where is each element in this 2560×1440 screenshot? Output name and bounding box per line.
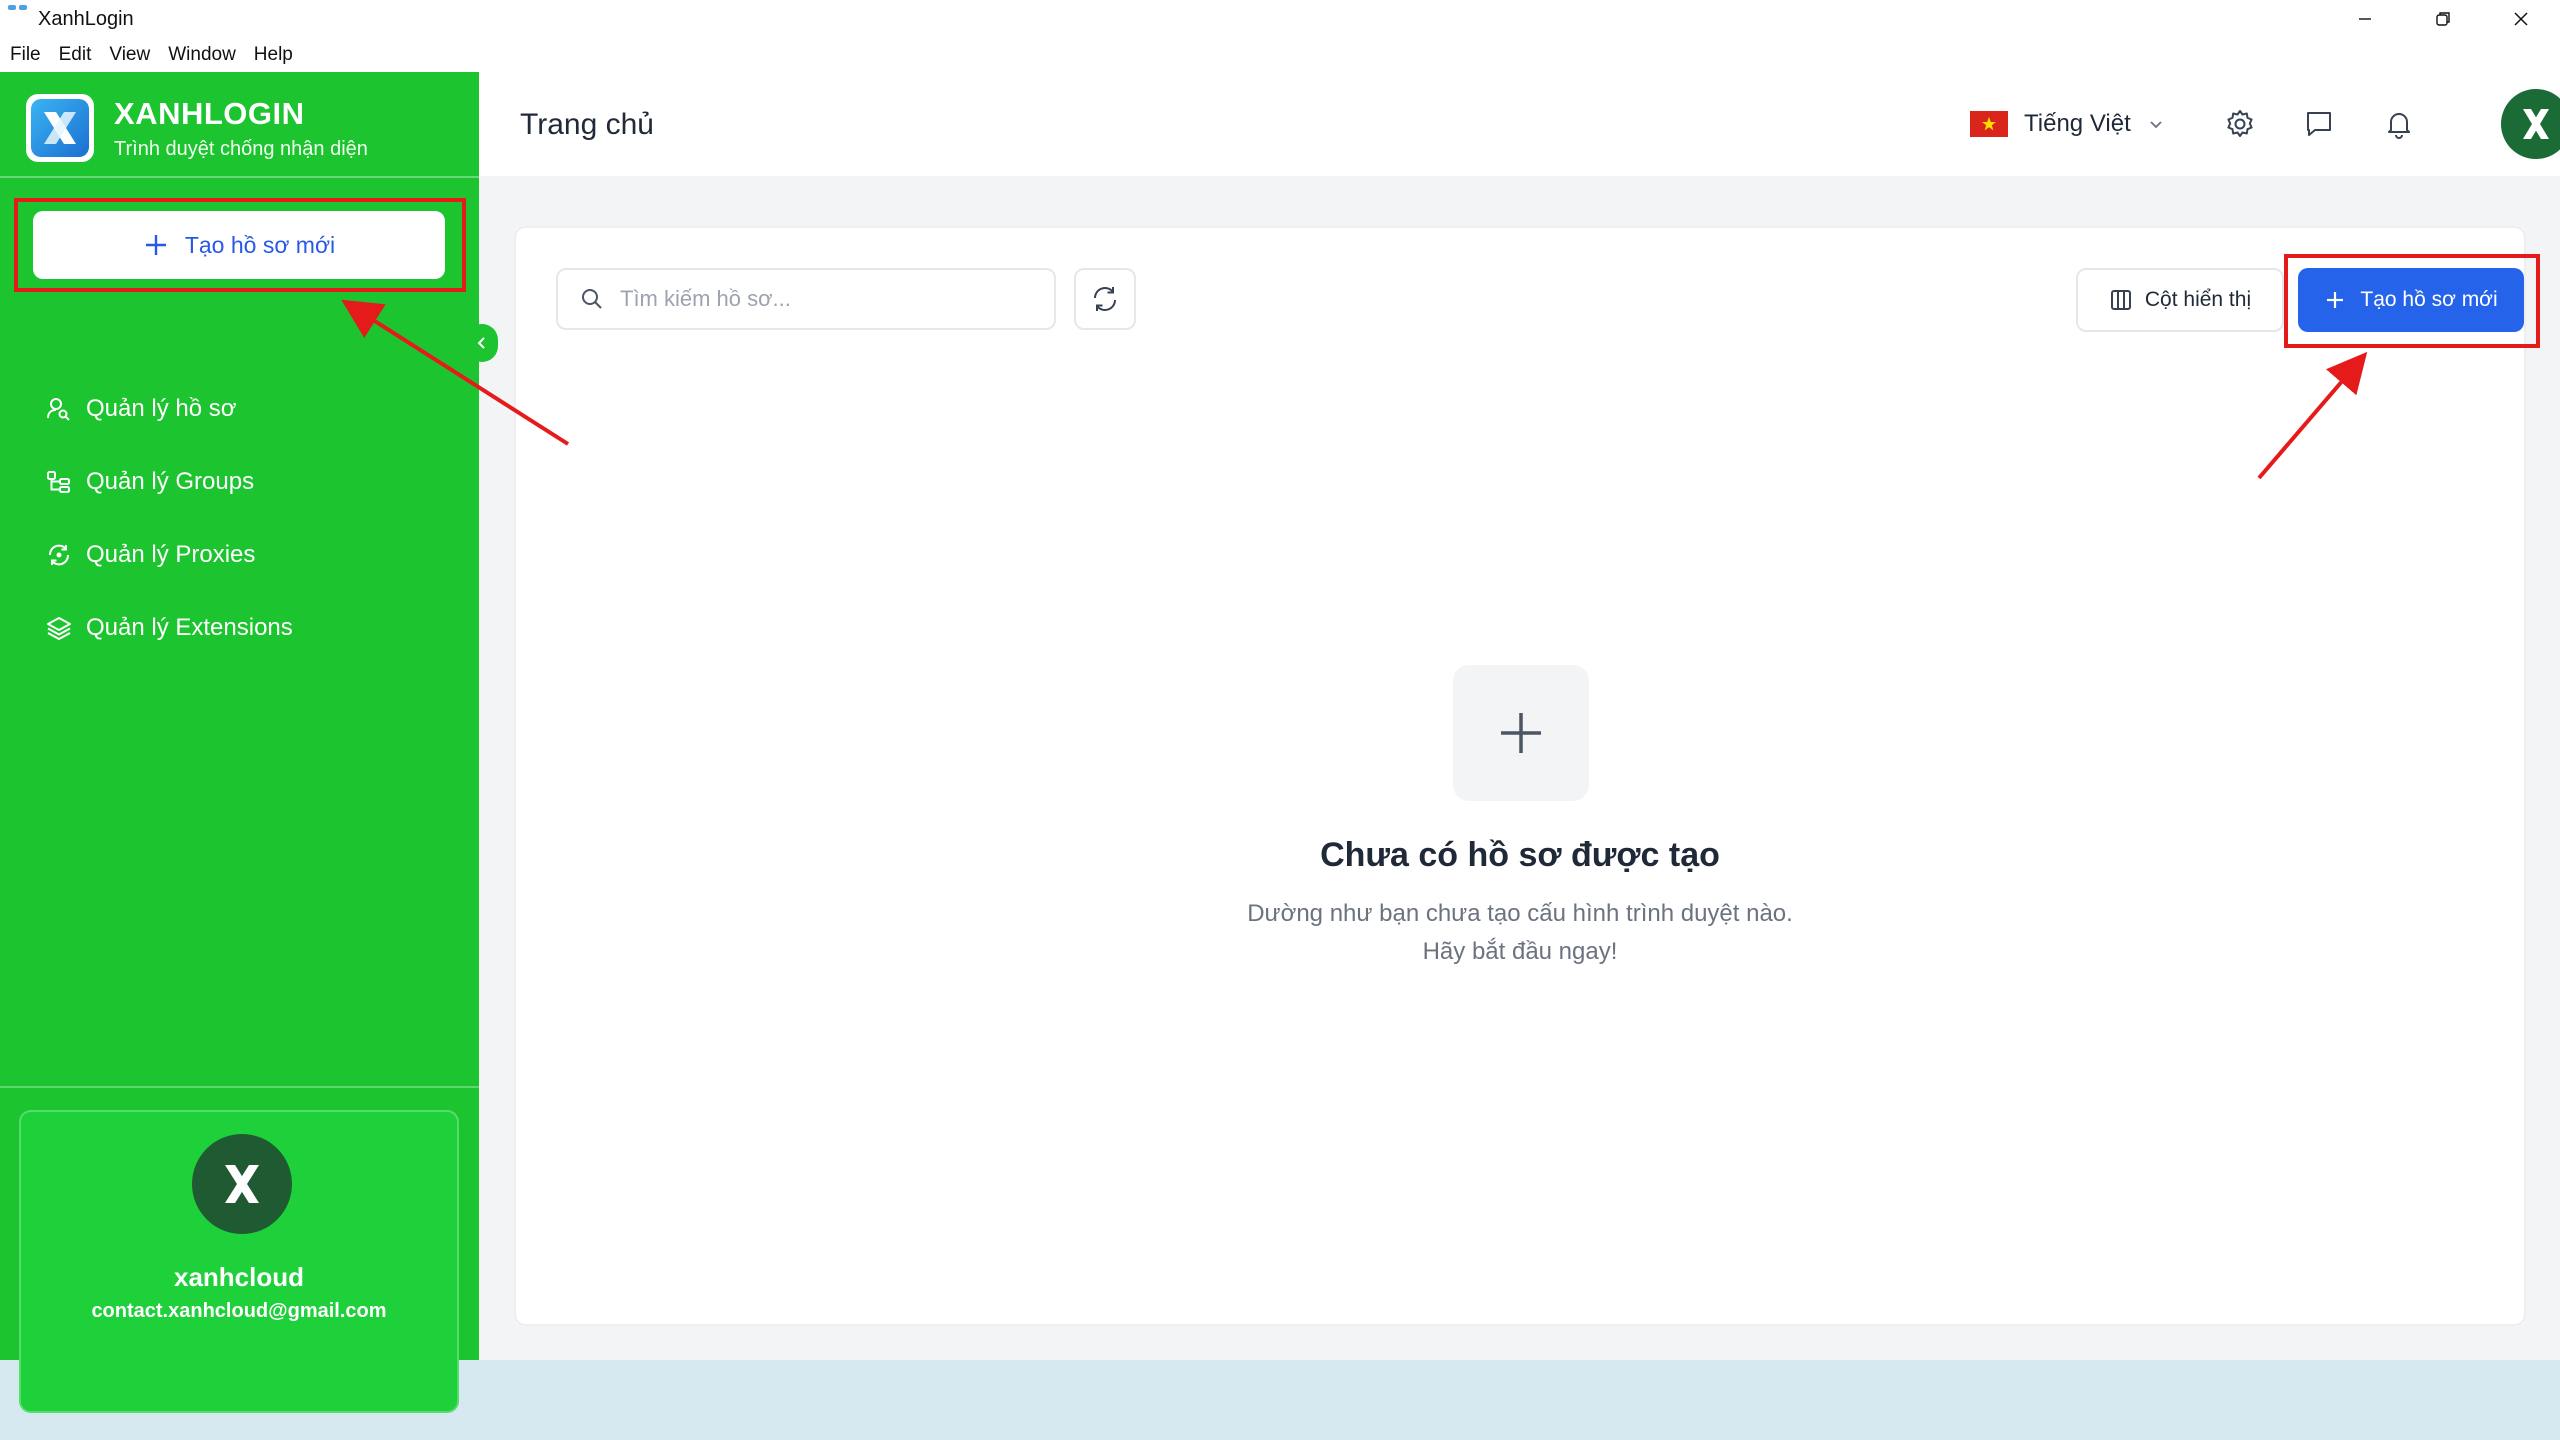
window-titlebar: XanhLogin — [0, 0, 2560, 38]
refresh-icon — [1094, 287, 1116, 311]
x-logo-icon — [44, 112, 76, 144]
account-divider — [0, 1086, 479, 1088]
sidebar-item-profiles[interactable]: Quản lý hồ sơ — [46, 372, 293, 445]
sidebar-collapse-button[interactable] — [466, 324, 498, 362]
vietnam-flag-icon — [1970, 111, 2008, 137]
minimize-icon — [2359, 18, 2371, 20]
user-avatar[interactable] — [2501, 89, 2560, 159]
sidebar-item-proxies[interactable]: Quản lý Proxies — [46, 518, 293, 591]
menu-bar: File Edit View Window Help — [0, 38, 2560, 72]
sidebar-item-label: Quản lý hồ sơ — [86, 394, 237, 422]
refresh-button[interactable] — [1074, 268, 1136, 330]
menu-edit[interactable]: Edit — [50, 44, 101, 66]
sidebar-item-label: Quản lý Extensions — [86, 613, 293, 641]
gear-icon — [2227, 110, 2253, 137]
page-title: Trang chủ — [520, 108, 654, 141]
notifications-button[interactable] — [2381, 106, 2417, 142]
brand-name: XANHLOGIN — [114, 95, 305, 131]
window-title: XanhLogin — [38, 7, 134, 30]
sidebar-item-extensions[interactable]: Quản lý Extensions — [46, 591, 293, 664]
chevron-left-icon — [477, 337, 485, 349]
app-icon — [8, 5, 30, 19]
brand-logo — [26, 94, 94, 162]
main-content: Cột hiển thị Tạo hồ sơ mới Chưa có hồ sơ… — [479, 176, 2560, 1360]
account-avatar — [192, 1134, 292, 1234]
x-logo-icon — [225, 1165, 259, 1203]
language-selector[interactable]: Tiếng Việt — [1970, 110, 2165, 138]
sidebar-item-label: Quản lý Groups — [86, 467, 255, 495]
chevron-down-icon — [2150, 121, 2162, 129]
search-input[interactable] — [620, 286, 1020, 312]
plus-icon — [1501, 713, 1541, 753]
menu-help[interactable]: Help — [245, 44, 302, 66]
annotation-highlight-left — [14, 198, 466, 292]
brand-subtitle: Trình duyệt chống nhận diện — [114, 137, 368, 160]
close-button[interactable] — [2482, 0, 2560, 38]
top-header: Trang chủ Tiếng Việt — [479, 72, 2560, 176]
sidebar: XANHLOGIN Trình duyệt chống nhận diện Tạ… — [0, 72, 479, 1413]
sidebar-item-groups[interactable]: Quản lý Groups — [46, 445, 293, 518]
close-icon — [2514, 12, 2528, 26]
search-box[interactable] — [556, 268, 1056, 330]
sidebar-nav: Quản lý hồ sơ Quản lý Groups Quản lý Pro… — [46, 372, 293, 664]
columns-display-button[interactable]: Cột hiển thị — [2076, 268, 2284, 332]
chat-icon — [2307, 112, 2331, 136]
search-icon — [578, 285, 606, 313]
sidebar-divider — [0, 176, 479, 178]
restore-icon — [2436, 12, 2450, 26]
groups-icon — [46, 469, 72, 495]
bell-icon — [2388, 113, 2410, 139]
proxy-refresh-icon — [46, 542, 72, 568]
restore-button[interactable] — [2404, 0, 2482, 38]
menu-window[interactable]: Window — [159, 44, 245, 66]
profiles-panel: Cột hiển thị Tạo hồ sơ mới Chưa có hồ sơ… — [514, 226, 2540, 1326]
columns-display-label: Cột hiển thị — [2144, 288, 2252, 311]
empty-state-description: Dường như bạn chưa tạo cấu hình trình du… — [1247, 900, 1793, 927]
settings-button[interactable] — [2222, 106, 2258, 142]
account-name: xanhcloud — [173, 1262, 304, 1292]
columns-icon — [2110, 290, 2131, 310]
x-logo-icon — [2523, 109, 2549, 139]
user-search-icon — [46, 396, 72, 422]
account-card[interactable]: xanhcloud contact.xanhcloud@gmail.com — [19, 1110, 459, 1413]
minimize-button[interactable] — [2326, 0, 2404, 38]
account-email: contact.xanhcloud@gmail.com — [91, 1300, 387, 1322]
sidebar-item-label: Quản lý Proxies — [86, 540, 256, 568]
empty-state-cta-text: Hãy bắt đầu ngay! — [1422, 938, 1618, 965]
window-controls — [2326, 0, 2560, 38]
brand: XANHLOGIN Trình duyệt chống nhận diện — [26, 94, 368, 162]
menu-file[interactable]: File — [0, 44, 50, 66]
layers-icon — [46, 615, 72, 641]
annotation-highlight-right — [2284, 254, 2540, 348]
menu-view[interactable]: View — [100, 44, 159, 66]
empty-state-add-button[interactable] — [1453, 665, 1589, 801]
empty-state-title: Chưa có hồ sơ được tạo — [1320, 836, 1720, 874]
language-label: Tiếng Việt — [2024, 110, 2131, 137]
messages-button[interactable] — [2301, 106, 2337, 142]
